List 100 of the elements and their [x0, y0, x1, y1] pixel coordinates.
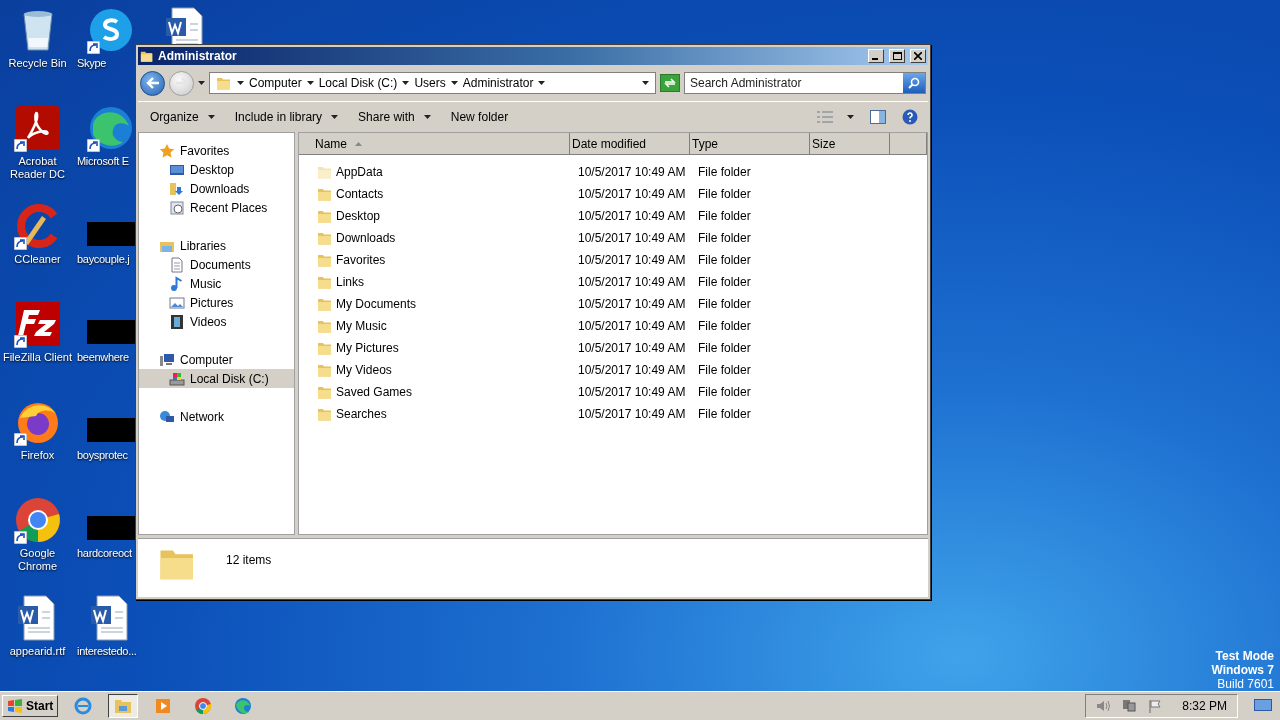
search-box[interactable]: Search Administrator — [684, 72, 926, 94]
file-type: File folder — [697, 341, 752, 355]
file-type: File folder — [697, 385, 752, 399]
back-arrow-icon — [145, 77, 160, 89]
caret-icon — [538, 81, 546, 85]
column-header[interactable]: Name — [313, 133, 570, 155]
file-name[interactable]: Desktop — [336, 209, 381, 223]
date-modified: 10/5/2017 10:49 AM — [577, 187, 687, 201]
toolbar-button[interactable]: Include in library — [226, 107, 347, 127]
chrome-icon — [194, 697, 213, 715]
desktop-icon-label[interactable]: Acrobat Reader DC — [1, 155, 74, 181]
nav-item[interactable]: Computer — [139, 350, 294, 369]
film-icon — [169, 313, 185, 330]
breadcrumb[interactable]: Local Disk (C:) — [318, 76, 398, 90]
caret-icon — [331, 115, 339, 119]
preview-pane-button[interactable] — [870, 110, 886, 124]
folder-icon — [317, 384, 333, 400]
toolbar-button[interactable]: Organize — [142, 107, 223, 127]
desktop-icon-label[interactable]: Skype — [77, 57, 107, 70]
file-type: File folder — [697, 297, 752, 311]
monitor-icon — [1254, 699, 1272, 713]
nav-item[interactable]: Documents — [139, 255, 294, 274]
help-button[interactable] — [902, 109, 918, 125]
file-name[interactable]: Contacts — [336, 187, 384, 201]
file-name[interactable]: Favorites — [336, 253, 386, 267]
caret-icon — [207, 115, 215, 119]
nav-item[interactable]: Favorites — [139, 141, 294, 160]
desktop-icon-label[interactable]: baycouple.j — [77, 253, 130, 266]
nav-item[interactable]: Desktop — [139, 160, 294, 179]
shortcut-arrow-icon — [87, 41, 100, 54]
column-header[interactable]: Date modified — [570, 133, 690, 155]
file-type: File folder — [697, 187, 752, 201]
nav-item[interactable]: Music — [139, 274, 294, 293]
document-icon — [169, 256, 185, 273]
recent-places-icon — [169, 199, 185, 216]
address-bar[interactable]: Computer Local Disk (C:) Users Administrator — [209, 72, 656, 94]
header-filler — [890, 133, 927, 155]
folder-icon — [317, 164, 333, 180]
folder-icon — [317, 296, 333, 312]
redacted-thumbnail — [87, 516, 135, 540]
breadcrumb[interactable]: Administrator — [462, 76, 534, 90]
file-type: File folder — [697, 319, 752, 333]
search-button[interactable] — [903, 73, 925, 93]
recent-pages-button[interactable] — [198, 81, 205, 85]
close-button[interactable] — [910, 49, 926, 63]
nav-item[interactable]: Libraries — [139, 236, 294, 255]
desktop-icon-label[interactable]: FileZilla Client — [1, 351, 74, 364]
toolbar-button[interactable]: Share with — [350, 107, 439, 127]
file-name[interactable]: Saved Games — [336, 385, 413, 399]
shortcut-arrow-icon — [13, 139, 27, 152]
nav-item[interactable]: Downloads — [139, 179, 294, 198]
file-name[interactable]: Downloads — [336, 231, 396, 245]
computer-icon — [159, 351, 175, 368]
desktop-icon-label[interactable]: Microsoft E — [77, 155, 129, 168]
file-name[interactable]: My Music — [336, 319, 387, 333]
file-type: File folder — [697, 275, 752, 289]
desktop-icon-label[interactable]: beenwhere — [77, 351, 129, 364]
file-name[interactable]: Searches — [336, 407, 387, 421]
file-name[interactable]: My Videos — [336, 363, 392, 377]
desktop-icon-label[interactable]: CCleaner — [1, 253, 74, 266]
nav-item[interactable]: Local Disk (C:) — [139, 369, 294, 388]
os-notice-text: Windows 7 — [1211, 663, 1274, 677]
desktop-icon-label[interactable]: interestedo... — [77, 645, 137, 658]
flag-icon[interactable] — [1148, 699, 1163, 713]
desktop-icon-label[interactable]: Google Chrome — [1, 547, 74, 573]
file-name[interactable]: AppData — [336, 165, 383, 179]
refresh-button[interactable] — [660, 74, 680, 92]
os-notice-text: Test Mode — [1215, 649, 1274, 663]
nav-item[interactable]: Recent Places — [139, 198, 294, 217]
column-header[interactable]: Type — [690, 133, 810, 155]
network-icon[interactable] — [1122, 699, 1137, 713]
taskbar-app-button[interactable] — [108, 694, 139, 718]
start-button[interactable]: Start — [2, 695, 59, 717]
nav-item[interactable]: Videos — [139, 312, 294, 331]
hard-disk-icon — [169, 370, 185, 387]
view-options-button[interactable] — [817, 111, 854, 123]
maximize-button[interactable] — [889, 49, 905, 63]
back-button[interactable] — [140, 70, 165, 96]
redacted-thumbnail — [87, 320, 135, 344]
breadcrumb[interactable]: Users — [414, 76, 446, 90]
file-name[interactable]: My Documents — [336, 297, 417, 311]
file-type: File folder — [697, 363, 752, 377]
nav-item[interactable]: Network — [139, 407, 294, 426]
minimize-button[interactable] — [868, 49, 884, 63]
desktop-icon-label[interactable]: Firefox — [1, 449, 74, 462]
folder-icon — [317, 362, 333, 378]
caret-icon — [847, 115, 854, 119]
desktop-icon-label[interactable]: Recycle Bin — [1, 57, 74, 70]
nav-item[interactable]: Pictures — [139, 293, 294, 312]
column-header[interactable]: Size — [810, 133, 890, 155]
desktop-icon-label[interactable]: hardcoreoct — [77, 547, 132, 560]
file-type: File folder — [697, 165, 752, 179]
breadcrumb[interactable]: Computer — [249, 76, 302, 90]
folder-icon — [317, 186, 333, 202]
file-name[interactable]: My Pictures — [336, 341, 399, 355]
toolbar-button[interactable]: New folder — [442, 107, 517, 127]
file-name[interactable]: Links — [336, 275, 364, 289]
clock[interactable]: 8:32 PM — [1182, 699, 1227, 713]
desktop-icon-label[interactable]: appearid.rtf — [1, 645, 74, 658]
desktop-icon-label[interactable]: boysprotec — [77, 449, 128, 462]
